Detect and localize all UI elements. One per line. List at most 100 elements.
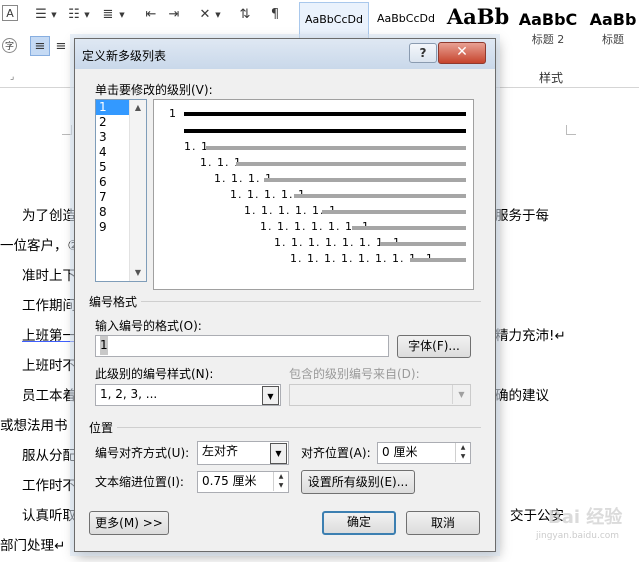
document-line: 上班第一 [22, 328, 76, 344]
preview-line [236, 162, 466, 166]
font-style-icon[interactable]: A [2, 5, 18, 21]
indent-input[interactable]: 0.75 厘米 ▲ ▼ [197, 471, 289, 493]
close-button[interactable]: ✕ [438, 42, 486, 64]
level-scrollbar[interactable]: ▲ ▼ [129, 100, 146, 281]
chevron-down-icon[interactable]: ▼ [262, 386, 279, 405]
multilevel-list-icon[interactable]: ≣ [99, 5, 117, 23]
chevron-down-icon[interactable]: ▼ [452, 385, 470, 404]
alignment-select[interactable]: 左对齐 ▼ [197, 441, 289, 465]
scroll-down-icon[interactable]: ▼ [130, 265, 146, 281]
document-line: 上班时不 [22, 358, 76, 374]
preview-number-level-1: 1 [169, 107, 177, 120]
spin-down-icon[interactable]: ▼ [456, 452, 470, 461]
watermark-url: jingyan.baidu.com [536, 531, 620, 541]
preview-line [322, 210, 466, 214]
indent-value: 0.75 厘米 [202, 474, 257, 488]
increase-indent-icon[interactable]: ⇥ [165, 5, 183, 23]
style-item-title[interactable]: AaBb 标题 [587, 2, 639, 58]
style-name: 标题 [602, 33, 624, 46]
format-field-code: 1 [100, 336, 108, 355]
group-divider [117, 427, 481, 428]
chevron-down-icon[interactable]: ▼ [214, 6, 222, 24]
baidu-watermark: Bai 经验 jingyan.baidu.com [516, 499, 639, 549]
chinese-layout-icon[interactable]: ✕ [196, 5, 214, 23]
alignment-label: 编号对齐方式(U): [95, 446, 190, 460]
group-divider [141, 301, 481, 302]
preview-line [264, 178, 466, 182]
chevron-down-icon[interactable]: ▼ [50, 6, 58, 24]
dialog-title: 定义新多级列表 [82, 49, 167, 63]
bullets-icon[interactable]: ☰ [32, 5, 50, 23]
level-label: 单击要修改的级别(V): [95, 83, 213, 97]
ok-button[interactable]: 确定 [322, 511, 396, 535]
chevron-down-icon[interactable]: ▼ [83, 6, 91, 24]
define-multilevel-list-dialog: 定义新多级列表 ? ✕ 单击要修改的级别(V): 1 2 3 4 5 6 7 8… [74, 38, 496, 552]
chevron-down-icon[interactable]: ▼ [118, 6, 126, 24]
style-sample: AaBbCcDd [305, 13, 363, 26]
numbering-icon[interactable]: ☷ [65, 5, 83, 23]
font-button[interactable]: 字体(F)... [397, 335, 471, 358]
document-line: 工作期间 [22, 298, 76, 314]
chevron-down-icon[interactable]: ▼ [270, 443, 287, 464]
spinner[interactable]: ▲ ▼ [455, 443, 470, 462]
scroll-up-icon[interactable]: ▲ [130, 100, 146, 116]
preview-line [352, 226, 466, 230]
document-line: 一位客户，② [0, 238, 80, 254]
indent-label: 文本缩进位置(I): [95, 475, 184, 489]
document-line: 确的建议 [495, 388, 549, 404]
document-line: 精力充沛!↵ [495, 328, 566, 344]
level-listbox[interactable]: 1 2 3 4 5 6 7 8 9 ▲ ▼ [95, 99, 147, 282]
document-line: 员工本着 [22, 388, 76, 404]
margin-corner-mark [566, 125, 576, 135]
style-sample: AaBbCcDd [377, 12, 435, 25]
spin-up-icon[interactable]: ▲ [274, 472, 288, 481]
list-preview: 1 1. 1 1. 1. 1 1. 1. 1. 1 1. 1. 1. 1. 1 … [153, 99, 474, 290]
phonetic-guide-icon[interactable]: 字 [2, 38, 17, 53]
help-button[interactable]: ? [409, 43, 437, 63]
number-style-label: 此级别的编号样式(N): [95, 367, 214, 381]
align-left-icon[interactable]: ≡ [30, 36, 50, 56]
style-item-heading-2[interactable]: AaBbC 标题 2 [514, 2, 582, 58]
style-sample: AaBb [589, 10, 637, 29]
margin-corner-mark [62, 125, 72, 135]
spinner[interactable]: ▲ ▼ [273, 472, 288, 491]
preview-line [206, 146, 466, 150]
style-sample: AaBbC [518, 10, 578, 29]
sort-icon[interactable]: ⇅ [236, 5, 254, 23]
decrease-indent-icon[interactable]: ⇤ [142, 5, 160, 23]
dialog-titlebar[interactable]: 定义新多级列表 ? ✕ [75, 39, 495, 69]
number-style-value: 1, 2, 3, ... [100, 387, 158, 401]
document-line: 服务于每 [495, 208, 549, 224]
document-line: 认真听取 [22, 508, 76, 524]
show-marks-icon[interactable]: ¶ [266, 5, 284, 23]
enter-format-label: 输入编号的格式(O): [95, 319, 202, 333]
document-line: 部门处理↵ [0, 538, 66, 554]
document-line: 为了创造 [22, 208, 76, 224]
document-line: 或想法用书 [0, 418, 68, 434]
preview-line [294, 194, 466, 198]
position-group-label: 位置 [89, 421, 114, 435]
styles-group-label: 样式 [539, 71, 564, 85]
include-level-select[interactable]: ▼ [289, 384, 471, 406]
align-at-input[interactable]: 0 厘米 ▲ ▼ [377, 442, 471, 464]
cancel-button[interactable]: 取消 [406, 511, 480, 535]
alignment-value: 左对齐 [202, 444, 239, 458]
paragraph-dialog-launcher-icon[interactable]: ⌟ [10, 72, 20, 82]
set-all-levels-button[interactable]: 设置所有级别(E)... [301, 470, 415, 494]
number-format-input[interactable]: 1 [95, 335, 389, 357]
align-center-icon[interactable]: ≡ [52, 37, 70, 55]
spin-down-icon[interactable]: ▼ [274, 481, 288, 490]
align-at-label: 对齐位置(A): [301, 446, 371, 460]
document-line: 工作时不 [22, 478, 76, 494]
number-style-select[interactable]: 1, 2, 3, ... ▼ [95, 384, 281, 406]
more-button[interactable]: 更多(M) >> [89, 511, 169, 535]
number-format-group-label: 编号格式 [89, 295, 138, 309]
preview-line [184, 129, 466, 133]
style-sample: AaBb [446, 4, 510, 29]
document-line: 准时上下 [22, 268, 76, 284]
document-line: 服从分配 [22, 448, 76, 464]
align-at-value: 0 厘米 [382, 445, 418, 459]
style-name: 标题 2 [531, 33, 565, 46]
spin-up-icon[interactable]: ▲ [456, 443, 470, 452]
preview-line [380, 242, 466, 246]
